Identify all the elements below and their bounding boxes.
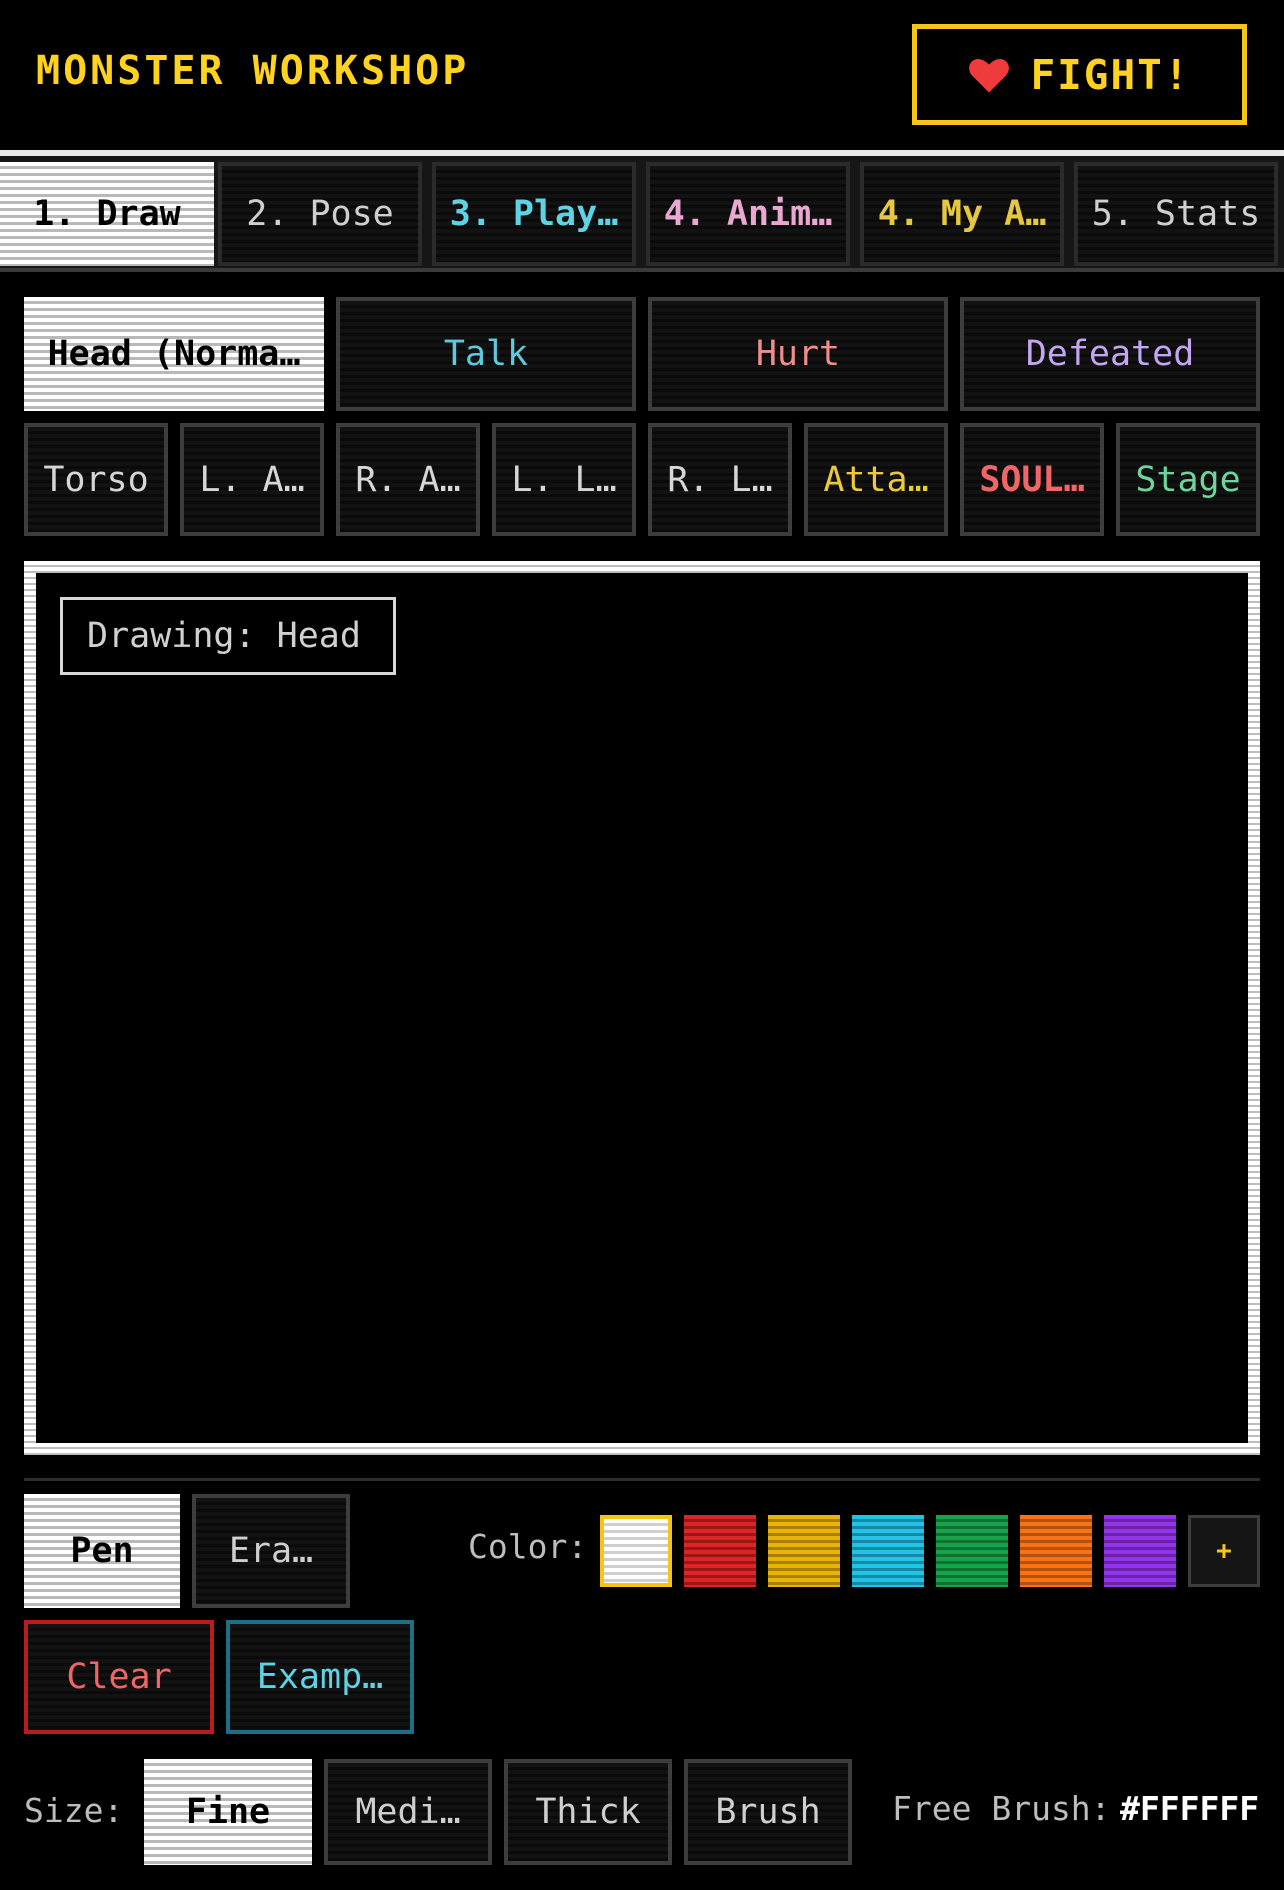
color-swatch-white[interactable] [600,1515,672,1587]
color-swatch-yellow[interactable] [768,1515,840,1587]
size-label-text: Brush [715,1792,821,1832]
color-label: Color: [468,1527,588,1566]
state-label: Talk [443,334,529,374]
clear-button[interactable]: Clear [24,1620,214,1734]
part-label: Atta… [823,459,929,500]
drawing-canvas[interactable]: Drawing: Head [36,573,1248,1443]
fight-button[interactable]: FIGHT! [912,24,1247,125]
part-label: L. A… [199,459,305,500]
tab-label: 4. Anim… [663,194,833,234]
size-label: Size: [24,1791,124,1830]
part-label: L. L… [511,459,617,500]
part-attack[interactable]: Atta… [804,423,948,536]
tab-animate[interactable]: 4. Anim… [646,162,850,266]
tab-label: 3. Play… [449,194,619,234]
tab-pose[interactable]: 2. Pose [218,162,422,266]
eraser-button[interactable]: Era… [192,1494,350,1608]
drawing-target-label: Drawing: Head [60,597,396,675]
part-soul[interactable]: SOUL… [960,423,1104,536]
part-right-leg[interactable]: R. L… [648,423,792,536]
examples-button[interactable]: Examp… [226,1620,414,1734]
examples-label: Examp… [256,1657,384,1697]
app-window: MONSTER WORKSHOP FIGHT! 1. Draw 2. Pose … [0,0,1284,1890]
tab-stats[interactable]: 5. Stats [1074,162,1278,266]
tab-draw[interactable]: 1. Draw [0,162,214,266]
tab-label: 5. Stats [1091,194,1261,234]
canvas-frame: Drawing: Head [24,561,1260,1455]
size-medium-button[interactable]: Medi… [324,1759,492,1865]
tab-label: 2. Pose [246,194,394,234]
color-swatch-green[interactable] [936,1515,1008,1587]
tab-play[interactable]: 3. Play… [432,162,636,266]
part-label: Torso [43,459,149,500]
free-brush-label: Free Brush: [892,1789,1111,1828]
state-label: Defeated [1025,334,1195,374]
state-label: Head (Norma… [47,334,301,374]
state-label: Hurt [755,334,841,374]
state-hurt[interactable]: Hurt [648,297,948,411]
part-right-arm[interactable]: R. A… [336,423,480,536]
tab-bar: 1. Draw 2. Pose 3. Play… 4. Anim… 4. My … [0,150,1284,272]
part-label: R. A… [355,459,461,500]
part-torso[interactable]: Torso [24,423,168,536]
state-defeated[interactable]: Defeated [960,297,1260,411]
part-label: R. L… [667,459,773,500]
color-swatch-purple[interactable] [1104,1515,1176,1587]
free-brush-value: #FFFFFF [1120,1789,1260,1828]
part-left-leg[interactable]: L. L… [492,423,636,536]
fight-label: FIGHT! [1030,50,1191,99]
part-label: Stage [1135,459,1241,500]
part-left-arm[interactable]: L. A… [180,423,324,536]
size-label-text: Medi… [355,1792,461,1832]
color-swatch-red[interactable] [684,1515,756,1587]
part-label: SOUL… [979,459,1085,500]
app-title: MONSTER WORKSHOP [36,48,470,94]
size-brush-button[interactable]: Brush [684,1759,852,1865]
tab-my-attacks[interactable]: 4. My A… [860,162,1064,266]
plus-icon: + [1216,1536,1232,1566]
part-stage[interactable]: Stage [1116,423,1260,536]
tab-label: 4. My A… [877,194,1047,234]
eraser-label: Era… [228,1531,314,1571]
state-head-normal[interactable]: Head (Norma… [24,297,324,411]
size-label-text: Thick [535,1792,641,1832]
size-fine-button[interactable]: Fine [144,1759,312,1865]
size-label-text: Fine [185,1792,271,1832]
color-swatch-cyan[interactable] [852,1515,924,1587]
pen-button[interactable]: Pen [24,1494,180,1608]
pen-label: Pen [70,1531,134,1571]
clear-label: Clear [66,1657,172,1697]
heart-icon [969,58,1010,92]
color-swatch-orange[interactable] [1020,1515,1092,1587]
state-talk[interactable]: Talk [336,297,636,411]
tab-label: 1. Draw [33,194,181,234]
add-color-button[interactable]: + [1188,1515,1260,1587]
size-thick-button[interactable]: Thick [504,1759,672,1865]
divider [24,1478,1260,1481]
